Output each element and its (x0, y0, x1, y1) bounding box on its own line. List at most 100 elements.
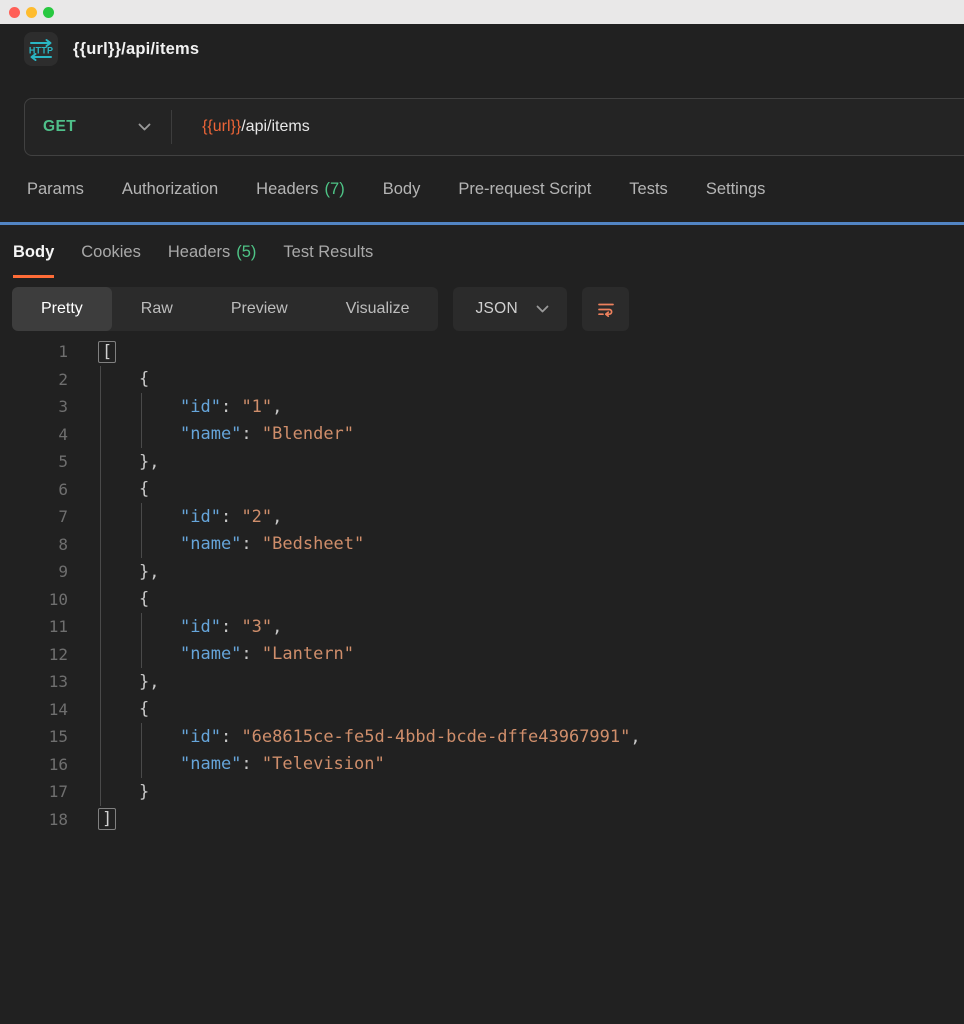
response-tab-body[interactable]: Body (13, 225, 54, 278)
json-string: "Television" (262, 754, 385, 774)
method-selector[interactable]: GET (25, 99, 171, 155)
response-tab-test-results[interactable]: Test Results (283, 225, 373, 278)
line-number: 8 (0, 535, 68, 554)
indent-guide (100, 586, 101, 614)
response-view-bar: PrettyRawPreviewVisualize JSON (12, 287, 629, 331)
view-mode-raw[interactable]: Raw (112, 287, 202, 331)
indent-guide (100, 531, 101, 559)
json-punctuation: { (139, 479, 149, 499)
line-number: 5 (0, 452, 68, 471)
wrap-text-button[interactable] (582, 287, 629, 331)
indent-guide (100, 366, 101, 394)
svg-text:HTTP: HTTP (29, 46, 53, 56)
line-content: "name": "Lantern" (98, 641, 964, 669)
tab-label: Cookies (81, 243, 141, 262)
code-line: 13}, (0, 668, 964, 696)
tab-label: Authorization (122, 180, 218, 199)
line-content: [ (98, 338, 964, 366)
app-window: HTTP {{url}}/api/items GET {{url}}/api/i… (0, 0, 964, 1024)
indent-guide (100, 778, 101, 806)
response-tab-cookies[interactable]: Cookies (81, 225, 141, 278)
json-punctuation: ] (98, 808, 116, 830)
json-punctuation: : (241, 424, 261, 444)
indent-guide (141, 751, 142, 779)
json-punctuation: [ (98, 341, 116, 363)
chevron-down-icon (536, 305, 549, 313)
response-body-editor[interactable]: 1[2{3"id": "1",4"name": "Blender"5},6{7"… (0, 338, 964, 1024)
indent-guide (100, 558, 101, 586)
indent-guide (100, 503, 101, 531)
indent-guide (141, 503, 142, 531)
line-content: }, (98, 668, 964, 696)
json-punctuation: , (272, 507, 282, 527)
tab-label: Body (13, 243, 54, 262)
request-tab-tests[interactable]: Tests (629, 180, 668, 199)
format-dropdown[interactable]: JSON (453, 287, 567, 331)
json-string: "1" (241, 397, 272, 417)
line-content: { (98, 366, 964, 394)
chevron-down-icon (138, 123, 151, 131)
json-punctuation: , (272, 617, 282, 637)
code-line: 11"id": "3", (0, 613, 964, 641)
indent-guide (100, 476, 101, 504)
method-label: GET (43, 118, 76, 136)
view-mode-pretty[interactable]: Pretty (12, 287, 112, 331)
indent-guide (100, 448, 101, 476)
json-string: "Blender" (262, 424, 354, 444)
json-punctuation: } (139, 782, 149, 802)
request-tab-headers[interactable]: Headers(7) (256, 180, 345, 199)
url-divider (171, 110, 172, 144)
format-label: JSON (475, 300, 518, 318)
line-number: 13 (0, 672, 68, 691)
json-punctuation: : (241, 534, 261, 554)
code-line: 17} (0, 778, 964, 806)
request-tab-params[interactable]: Params (27, 180, 84, 199)
tab-label: Test Results (283, 243, 373, 262)
zoom-window-button[interactable] (43, 7, 54, 18)
line-number: 11 (0, 617, 68, 636)
code-line: 16"name": "Television" (0, 751, 964, 779)
macos-titlebar (0, 0, 964, 24)
json-key: "name" (180, 424, 241, 444)
response-view-modes: PrettyRawPreviewVisualize (12, 287, 438, 331)
line-number: 7 (0, 507, 68, 526)
indent-guide (100, 668, 101, 696)
line-content: { (98, 586, 964, 614)
json-key: "name" (180, 534, 241, 554)
line-content: ] (98, 806, 964, 834)
request-tabs: Params Authorization Headers(7) Body Pre-req… (0, 156, 964, 222)
request-tab-pre-request-script[interactable]: Pre-request Script (458, 180, 591, 199)
json-punctuation: { (139, 699, 149, 719)
request-tab-body[interactable]: Body (383, 180, 421, 199)
line-content: }, (98, 448, 964, 476)
url-input[interactable]: {{url}}/api/items (202, 118, 310, 136)
indent-guide (100, 723, 101, 751)
json-key: "id" (180, 507, 221, 527)
indent-guide (100, 613, 101, 641)
request-tab-authorization[interactable]: Authorization (122, 180, 218, 199)
response-tabs: Body Cookies Headers(5) Test Results (0, 225, 964, 278)
code-line: 12"name": "Lantern" (0, 641, 964, 669)
line-number: 1 (0, 342, 68, 361)
json-punctuation: : (221, 617, 241, 637)
code-line: 7"id": "2", (0, 503, 964, 531)
response-tab-headers[interactable]: Headers(5) (168, 225, 257, 278)
json-string: "6e8615ce-fe5d-4bbd-bcde-dffe43967991" (241, 727, 630, 747)
indent-guide (141, 723, 142, 751)
tab-label: Headers (168, 243, 230, 262)
json-punctuation: : (241, 644, 261, 664)
code-line: 6{ (0, 476, 964, 504)
minimize-window-button[interactable] (26, 7, 37, 18)
line-number: 16 (0, 755, 68, 774)
json-key: "id" (180, 397, 221, 417)
close-window-button[interactable] (9, 7, 20, 18)
view-mode-visualize[interactable]: Visualize (317, 287, 439, 331)
json-punctuation: , (272, 397, 282, 417)
tab-label: Settings (706, 180, 766, 199)
indent-guide (100, 641, 101, 669)
json-string: "Bedsheet" (262, 534, 364, 554)
request-tab-settings[interactable]: Settings (706, 180, 766, 199)
request-title: {{url}}/api/items (73, 40, 199, 59)
indent-guide (100, 421, 101, 449)
view-mode-preview[interactable]: Preview (202, 287, 317, 331)
